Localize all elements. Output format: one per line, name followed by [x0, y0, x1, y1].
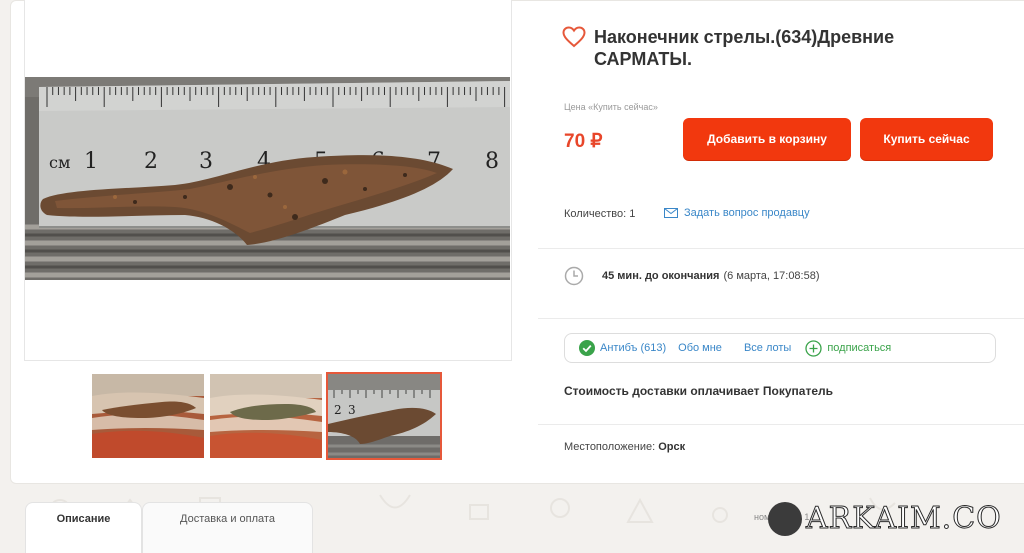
- subscribe-label: подписаться: [827, 342, 892, 354]
- add-to-cart-button[interactable]: Добавить в корзину: [683, 118, 851, 160]
- price-value: 70 ₽: [564, 131, 603, 152]
- check-circle-icon: [579, 340, 595, 356]
- divider: [538, 248, 1024, 249]
- photo-gallery: см 1 2 3 4 5 6 7 8: [24, 0, 512, 361]
- price-label: Цена «Купить сейчас»: [564, 102, 658, 112]
- thumbnail-1[interactable]: [92, 374, 204, 458]
- site-watermark: ARKAIM.CO: [768, 501, 1002, 537]
- location-value: Орск: [658, 441, 686, 453]
- quantity-label: Количество:: [564, 208, 627, 220]
- ruler-unit: см: [49, 153, 70, 172]
- envelope-icon: [664, 208, 678, 218]
- ruler-number: 1: [84, 149, 98, 174]
- main-photo[interactable]: см 1 2 3 4 5 6 7 8: [25, 77, 510, 280]
- seller-bar: Антибъ (613) Обо мне Все лоты подписатьс…: [564, 333, 996, 363]
- tab-description[interactable]: Описание: [25, 502, 142, 553]
- clock-icon: [564, 266, 584, 286]
- thumbnail-3[interactable]: 2 3: [326, 372, 442, 460]
- ruler-number: 3: [199, 149, 213, 174]
- heart-icon[interactable]: [562, 26, 586, 48]
- ruler-number: 8: [485, 149, 499, 174]
- end-date: (6 марта, 17:08:58): [723, 270, 820, 282]
- thumbnail-2[interactable]: [210, 374, 322, 458]
- tab-delivery[interactable]: Доставка и оплата: [142, 502, 313, 553]
- thumb-ruler-number: 2: [334, 403, 342, 417]
- seller-name: Антибъ (613): [600, 342, 667, 354]
- shipping-note: Стоимость доставки оплачивает Покупатель: [564, 384, 833, 398]
- lot-title: Наконечник стрелы.(634)Древние САРМАТЫ.: [594, 27, 895, 69]
- ask-seller-label: Задать вопрос продавцу: [684, 207, 810, 219]
- watermark-text: ARKAIM.CO: [806, 501, 1002, 537]
- subscribe-button[interactable]: подписаться: [805, 339, 892, 357]
- quantity-value: 1: [629, 208, 636, 220]
- thumbnail-strip: 2 3: [92, 372, 442, 460]
- auction-timer: 45 мин. до окончания (6 марта, 17:08:58): [564, 266, 820, 286]
- buy-now-button[interactable]: Купить сейчас: [860, 118, 993, 160]
- about-seller-link[interactable]: Обо мне: [678, 342, 722, 354]
- divider: [538, 318, 1024, 319]
- location-label: Местоположение:: [564, 441, 656, 453]
- ask-seller-link[interactable]: Задать вопрос продавцу: [664, 207, 810, 219]
- seller-name-link[interactable]: Антибъ (613): [579, 340, 666, 356]
- watermark-logo-dot: [768, 501, 802, 536]
- divider: [538, 424, 1024, 425]
- ruler-number: 2: [144, 149, 158, 174]
- quantity: Количество: 1: [564, 208, 635, 220]
- location: Местоположение: Орск: [564, 441, 685, 453]
- plus-circle-icon: [805, 339, 822, 357]
- all-lots-link[interactable]: Все лоты: [744, 342, 791, 354]
- time-left: 45 мин. до окончания: [602, 270, 720, 282]
- thumb-ruler-number: 3: [348, 403, 356, 417]
